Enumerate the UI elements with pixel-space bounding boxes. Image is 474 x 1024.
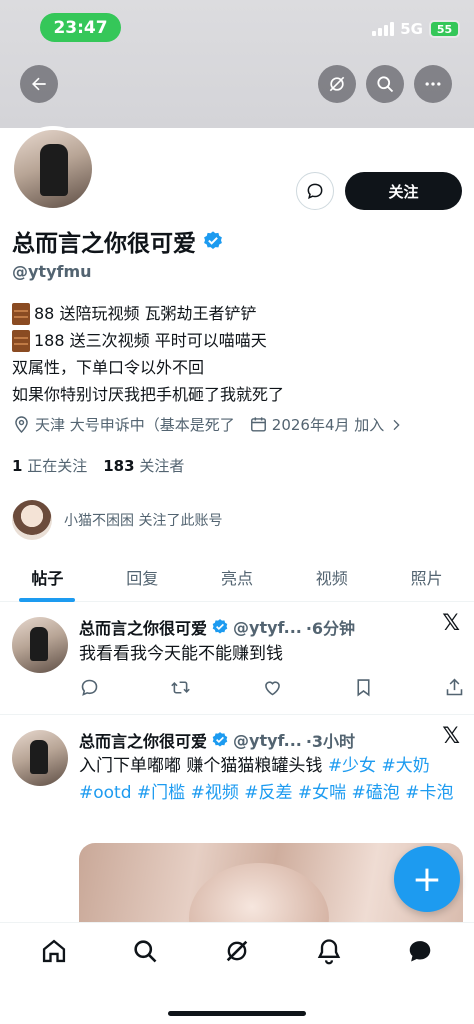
post-author-handle: @ytyf...: [233, 730, 302, 750]
post-time: ·6分钟: [305, 619, 356, 638]
hashtag-link[interactable]: #卡泡: [405, 783, 453, 803]
more-button[interactable]: [414, 65, 452, 103]
followed-by-text: 小猫不困困 关注了此账号: [64, 513, 223, 529]
hashtag-link[interactable]: #反差: [244, 783, 292, 803]
hashtag-link[interactable]: #女喘: [298, 783, 346, 803]
battery-icon: 55: [429, 20, 460, 38]
chocolate-icon: [12, 329, 30, 352]
x-logo-icon: 𝕏: [442, 724, 460, 749]
search-icon: [377, 76, 394, 93]
profile-name: 总而言之你很可爱: [12, 231, 196, 257]
post-header: 总而言之你很可爱 @ytyf... ·3小时: [79, 728, 355, 752]
post-author-name: 总而言之你很可爱: [79, 619, 208, 638]
tab-posts[interactable]: 帖子: [0, 556, 95, 602]
post-actions: [79, 677, 465, 698]
message-button[interactable]: [296, 172, 334, 210]
followed-by[interactable]: 小猫不困困 关注了此账号: [12, 500, 222, 540]
hashtag-link[interactable]: #大奶: [381, 756, 429, 776]
following-label: 正在关注: [27, 457, 88, 475]
bio-line: 188 送三次视频 平时可以喵喵天: [34, 331, 267, 350]
tab-replies[interactable]: 回复: [95, 556, 190, 601]
chevron-right-icon[interactable]: [388, 417, 404, 433]
grok-icon: [329, 76, 345, 92]
profile-bio: 88 送陪玩视频 瓦粥劫王者铲铲 188 送三次视频 平时可以喵喵天 双属性，下…: [12, 300, 462, 408]
post-avatar[interactable]: [12, 730, 68, 786]
tab-highlights[interactable]: 亮点: [190, 556, 285, 601]
followers-label: 关注者: [139, 457, 185, 475]
bell-icon[interactable]: [315, 937, 343, 965]
bio-line: 如果你特别讨厌我把手机砸了我就死了: [12, 385, 285, 404]
follower-avatar: [12, 500, 52, 540]
hashtag-link[interactable]: #磕泡: [352, 783, 400, 803]
bio-line: 双属性，下单口令以外不回: [12, 358, 205, 377]
like-icon[interactable]: [262, 677, 283, 698]
verified-badge-icon: [204, 231, 222, 249]
verified-badge-icon: [212, 619, 228, 634]
search-icon[interactable]: [131, 937, 159, 965]
bio-line: 88 送陪玩视频 瓦粥劫王者铲铲: [34, 304, 257, 323]
post-author-handle: @ytyf...: [233, 617, 302, 637]
profile-name-row: 总而言之你很可爱: [12, 224, 224, 258]
follow-counts: 1 正在关注 183 关注者: [12, 455, 184, 476]
message-icon: [307, 183, 323, 199]
location-icon: [15, 416, 28, 434]
bookmark-icon[interactable]: [353, 677, 374, 698]
more-icon: [425, 82, 441, 86]
repost-icon[interactable]: [170, 677, 191, 698]
joined-date: 2026年4月 加入: [271, 416, 385, 434]
status-time: 23:47: [40, 13, 121, 42]
arrow-left-icon: [32, 77, 46, 91]
back-button[interactable]: [20, 65, 58, 103]
network-label: 5G: [400, 20, 423, 38]
follow-button[interactable]: 关注: [345, 172, 462, 210]
followers-link[interactable]: 183 关注者: [103, 455, 184, 476]
post-text: 入门下单嘟嘟 赚个猫猫粮罐头钱 #少女 #大奶 #ootd #门槛 #视频 #反…: [79, 753, 464, 807]
share-icon[interactable]: [444, 677, 465, 698]
tab-videos[interactable]: 视频: [284, 556, 379, 601]
bottom-nav: [0, 922, 474, 1024]
calendar-icon: [250, 417, 266, 432]
home-indicator: [168, 1011, 306, 1016]
chocolate-icon: [12, 302, 30, 325]
followers-count: 183: [103, 457, 135, 475]
hashtag-link[interactable]: #少女: [328, 756, 376, 776]
post-avatar[interactable]: [12, 617, 68, 673]
chat-icon[interactable]: [406, 937, 434, 965]
verified-badge-icon: [212, 732, 228, 747]
compose-button[interactable]: +: [394, 846, 460, 912]
post-text: 我看看我今天能不能赚到钱: [79, 644, 283, 664]
reply-icon[interactable]: [79, 677, 100, 698]
tab-photos[interactable]: 照片: [379, 556, 474, 601]
signal-icon: [372, 22, 395, 36]
hashtag-link[interactable]: #视频: [191, 783, 239, 803]
profile-meta: 天津 大号申诉中（基本是死了 2026年4月 加入: [12, 414, 467, 435]
post-text-plain: 入门下单嘟嘟 赚个猫猫粮罐头钱: [79, 756, 328, 776]
post-author-name: 总而言之你很可爱: [79, 732, 208, 751]
status-indicators: 5G 55: [372, 20, 460, 38]
home-icon[interactable]: [40, 937, 68, 965]
following-count: 1: [12, 457, 23, 475]
profile-tabs: 帖子 回复 亮点 视频 照片: [0, 556, 474, 602]
profile-handle: @ytyfmu: [12, 262, 92, 281]
post-time: ·3小时: [305, 732, 356, 751]
grok-button[interactable]: [318, 65, 356, 103]
grok-icon[interactable]: [223, 937, 251, 965]
profile-avatar[interactable]: [10, 126, 96, 212]
search-button[interactable]: [366, 65, 404, 103]
hashtag-link[interactable]: #ootd: [79, 783, 132, 803]
x-logo-icon: 𝕏: [442, 611, 460, 636]
post-header: 总而言之你很可爱 @ytyf... ·6分钟: [79, 615, 355, 639]
following-link[interactable]: 1 正在关注: [12, 455, 87, 476]
location-text: 天津 大号申诉中（基本是死了: [35, 416, 235, 434]
hashtag-link[interactable]: #门槛: [137, 783, 185, 803]
post-item[interactable]: 总而言之你很可爱 @ytyf... ·6分钟 𝕏 我看看我今天能不能赚到钱: [0, 603, 474, 715]
